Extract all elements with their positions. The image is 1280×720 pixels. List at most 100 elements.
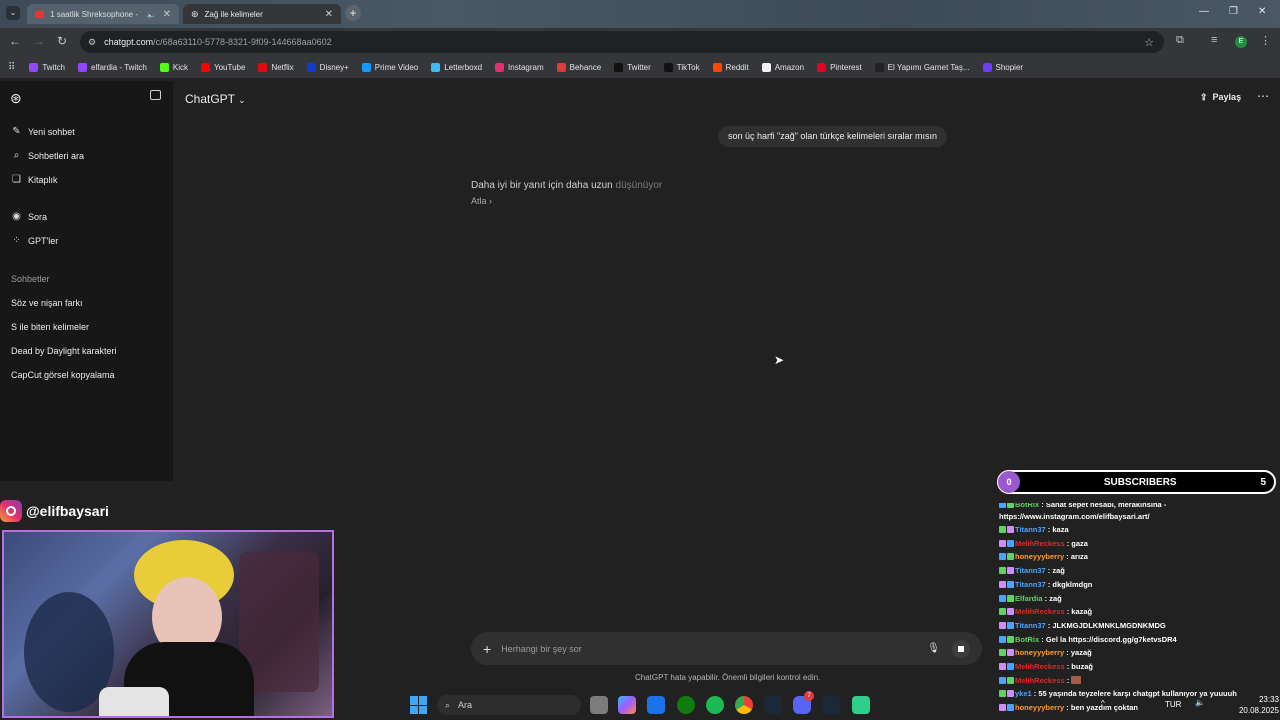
stop-generating-button[interactable] [952, 639, 970, 658]
chat-username[interactable]: BotRix [1015, 635, 1039, 644]
copilot-icon[interactable] [618, 696, 636, 714]
openai-logo-icon[interactable]: ⊛ [10, 90, 22, 107]
speaker-icon[interactable]: 🔈 [1195, 698, 1205, 707]
chat-history-item[interactable]: CapCut görsel kopyalama [11, 370, 115, 380]
restore-icon[interactable]: ❐ [1229, 6, 1238, 17]
bookmark-item[interactable]: Twitter [614, 62, 651, 72]
forward-icon[interactable]: → [33, 34, 45, 48]
minimize-icon[interactable]: — [1199, 6, 1209, 17]
share-button[interactable]: ⇪ Paylaş [1200, 92, 1241, 103]
steam-icon[interactable] [764, 696, 782, 714]
chat-username[interactable]: MelihReckess [1015, 539, 1065, 548]
bookmark-label: Instagram [508, 62, 544, 72]
sidebar-item-gpts[interactable]: ⁘ GPT'ler [11, 235, 58, 246]
windows-start-icon[interactable] [410, 696, 428, 714]
model-selector[interactable]: ChatGPT ⌄ [185, 92, 246, 106]
xbox-icon[interactable] [677, 696, 695, 714]
bookmark-item[interactable]: Instagram [495, 62, 544, 72]
bookmark-item[interactable]: Twitch [29, 62, 65, 72]
bookmark-item[interactable]: TikTok [663, 62, 700, 72]
discord-icon[interactable]: 7 [793, 691, 814, 714]
tray-chevron-icon[interactable]: ^ [1101, 699, 1105, 708]
chat-username[interactable]: Titann37 [1015, 580, 1046, 589]
input-language[interactable]: TUR [1165, 700, 1181, 709]
chat-username[interactable]: honeyyyberry [1015, 703, 1064, 712]
bookmark-favicon-icon [431, 62, 441, 72]
extensions-icon[interactable]: ⧉ [1176, 34, 1184, 47]
tab-youtube[interactable]: 1 saatlik Shreksophone - Yo 🔈 ✕ [27, 4, 179, 24]
close-sidebar-icon[interactable] [150, 90, 161, 100]
media-controls-icon[interactable]: ≡ [1211, 34, 1217, 46]
sidebar-item-label: GPT'ler [28, 235, 59, 246]
file-explorer-icon[interactable] [590, 696, 608, 714]
chat-history-item[interactable]: Söz ve nişan farkı [11, 298, 83, 308]
close-window-icon[interactable]: ✕ [1258, 6, 1266, 17]
close-tab-icon[interactable]: ✕ [163, 9, 171, 20]
bookmark-item[interactable]: Prime Video [361, 62, 418, 72]
taskbar-search[interactable]: ⌕ Ara [437, 695, 581, 715]
chrome-icon[interactable] [735, 696, 753, 714]
bookmark-item[interactable]: elfardia - Twitch [78, 62, 147, 72]
bookmark-item[interactable]: Netflix [258, 62, 294, 72]
clock[interactable]: 23:33 20.08.2025 [1229, 694, 1279, 716]
spotify-icon[interactable] [706, 696, 724, 714]
tab-chatgpt[interactable]: ⊛ Zağ ile kelimeler ✕ [183, 4, 341, 24]
bookmark-favicon-icon [761, 62, 771, 72]
chat-username[interactable]: MelihReckess [1015, 607, 1065, 616]
bookmark-label: YouTube [214, 62, 246, 72]
chat-username[interactable]: BotRix [1015, 503, 1039, 509]
reload-icon[interactable]: ↻ [57, 34, 67, 48]
profile-avatar[interactable]: E [1235, 36, 1247, 48]
steam-icon[interactable] [822, 696, 840, 714]
bookmark-item[interactable]: YouTube [201, 62, 246, 72]
bookmark-item[interactable]: Shopier [982, 62, 1023, 72]
android-app-icon[interactable] [852, 696, 870, 714]
outlook-icon[interactable] [647, 696, 665, 714]
bookmark-item[interactable]: Amazon [761, 62, 804, 72]
address-bar[interactable]: ⚙ chatgpt.com/c/68a63110-5778-8321-9f09-… [80, 31, 1164, 53]
sidebar-item-library[interactable]: ❏ Kitaplık [11, 174, 58, 185]
chat-username[interactable]: yke1 [1015, 689, 1032, 698]
sidebar-item-new-chat[interactable]: ✎ Yeni sohbet [11, 126, 74, 137]
add-attachment-icon[interactable]: + [483, 641, 491, 657]
site-info-icon[interactable]: ⚙ [88, 37, 96, 48]
tab-search-dropdown-icon[interactable]: ⌄ [6, 6, 20, 20]
bookmark-label: Netflix [271, 62, 294, 72]
bookmark-item[interactable]: Disney+ [306, 62, 349, 72]
bookmark-star-icon[interactable]: ☆ [1144, 36, 1154, 49]
apps-grid-icon[interactable]: ⠿ [8, 62, 15, 73]
bookmark-item[interactable]: Kick [159, 62, 188, 72]
chat-username[interactable]: Titann37 [1015, 525, 1046, 534]
sidebar-item-search[interactable]: ⌕ Sohbetleri ara [11, 150, 84, 161]
chat-username[interactable]: Titann37 [1015, 566, 1046, 575]
skip-button[interactable]: Atla › [471, 196, 492, 206]
chat-text: Gel la https://discord.gg/g7ketvsDR4 [1045, 634, 1177, 644]
chat-username[interactable]: Titann37 [1015, 621, 1046, 630]
menu-kebab-icon[interactable]: ⋮ [1260, 34, 1271, 47]
close-tab-icon[interactable]: ✕ [325, 9, 333, 20]
chat-username[interactable]: MelihReckess [1015, 662, 1065, 671]
chat-username[interactable]: honeyyyberry [1015, 552, 1064, 561]
back-icon[interactable]: ← [9, 34, 21, 48]
chat-history-item[interactable]: Dead by Daylight karakteri [11, 346, 117, 356]
microphone-icon[interactable]: 🎙 [927, 643, 940, 654]
more-options-icon[interactable]: ⋯ [1257, 89, 1269, 103]
chat-message: Titann37 : dkgklmdgn [999, 578, 1275, 592]
prompt-input[interactable]: Herhangi bir şey sor [501, 644, 582, 654]
new-tab-button[interactable]: + [345, 5, 361, 21]
chat-history-item[interactable]: S ile biten kelimeler [11, 322, 89, 332]
bookmark-item[interactable]: Letterboxd [431, 62, 482, 72]
bookmark-item[interactable]: Reddit [712, 62, 749, 72]
subscribers-label: SUBSCRIBERS [1103, 476, 1177, 488]
bookmark-item[interactable]: Behance [556, 62, 601, 72]
instagram-icon [0, 500, 22, 522]
bookmark-item[interactable]: El Yapımı Garnet Taş... [874, 62, 970, 72]
chat-username[interactable]: MelihReckess [1015, 676, 1065, 685]
chat-username[interactable]: Elfardia [1015, 594, 1043, 603]
prompt-composer[interactable]: + Herhangi bir şey sor 🎙 [471, 632, 982, 665]
sidebar-item-sora[interactable]: ◉ Sora [11, 211, 47, 222]
taskbar-search-label: Ara [458, 700, 473, 710]
bookmark-item[interactable]: Pinterest [817, 62, 862, 72]
speaker-icon[interactable]: 🔈 [147, 10, 157, 19]
chat-username[interactable]: honeyyyberry [1015, 648, 1064, 657]
